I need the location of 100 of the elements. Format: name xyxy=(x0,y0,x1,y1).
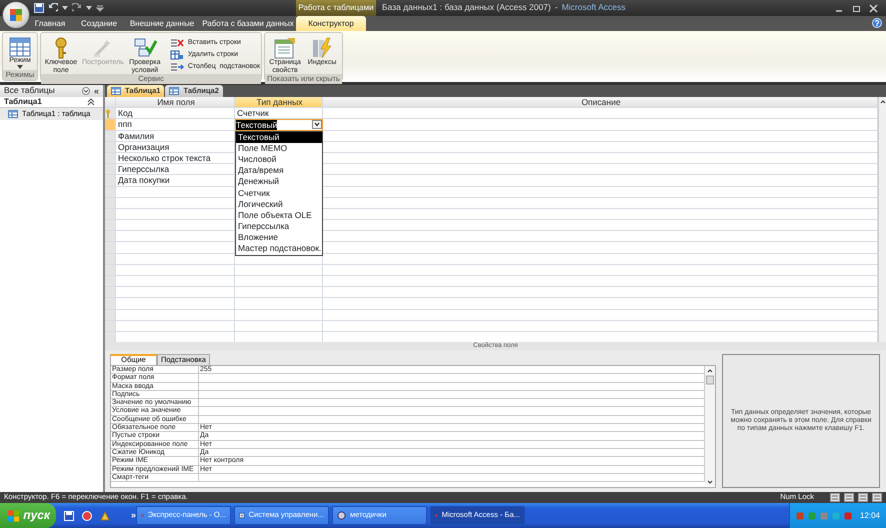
circle-icon[interactable] xyxy=(82,510,92,520)
pivot-chart-icon[interactable] xyxy=(858,493,868,502)
row-selector[interactable] xyxy=(105,198,116,209)
description-cell[interactable] xyxy=(323,276,878,288)
column-header[interactable]: Тип данных xyxy=(235,97,323,108)
row-selector[interactable] xyxy=(105,298,116,310)
scrollbar[interactable] xyxy=(705,366,715,486)
dropdown-option[interactable]: Счетчик xyxy=(236,188,322,199)
caret-icon[interactable] xyxy=(62,5,68,11)
field-name-cell[interactable] xyxy=(116,287,235,298)
field-name-cell[interactable] xyxy=(116,298,235,310)
field-name-cell[interactable]: Организация xyxy=(116,142,235,153)
field-name-cell[interactable] xyxy=(116,276,235,288)
description-cell[interactable] xyxy=(323,142,878,153)
description-cell[interactable] xyxy=(323,152,878,164)
property-value[interactable] xyxy=(199,390,705,400)
row-selector[interactable] xyxy=(105,108,116,120)
description-cell[interactable] xyxy=(323,198,878,209)
field-name-cell[interactable] xyxy=(116,231,235,242)
field-name-cell[interactable] xyxy=(116,320,235,332)
field-name-cell[interactable] xyxy=(116,198,235,209)
property-value[interactable] xyxy=(199,474,705,482)
field-name-cell[interactable]: Дата покупки xyxy=(116,175,235,186)
data-type-cell[interactable] xyxy=(235,298,323,310)
dropdown-option[interactable]: Гиперссылка xyxy=(236,221,322,232)
field-name-cell[interactable] xyxy=(116,186,235,198)
property-value[interactable] xyxy=(199,382,705,391)
field-name-cell[interactable]: Фамилия xyxy=(116,130,235,142)
description-cell[interactable] xyxy=(323,287,878,298)
description-cell[interactable] xyxy=(323,164,878,176)
row-selector[interactable] xyxy=(105,254,116,265)
field-name-cell[interactable]: Код xyxy=(116,108,235,120)
field-name-cell[interactable] xyxy=(116,242,235,254)
row-selector[interactable] xyxy=(105,186,116,198)
field-name-cell[interactable]: Гиперссылка xyxy=(116,164,235,176)
row-selector[interactable] xyxy=(105,175,116,186)
dropdown-option[interactable]: Мастер подстановок. xyxy=(236,243,322,255)
description-cell[interactable] xyxy=(323,320,878,332)
customize-toolbar-icon[interactable] xyxy=(96,4,104,12)
data-type-combobox[interactable]: Текстовый xyxy=(235,119,323,131)
dropdown-option[interactable]: Дата/время xyxy=(236,165,322,176)
column-header[interactable]: Описание xyxy=(323,97,878,108)
description-cell[interactable] xyxy=(323,242,878,254)
undo-icon[interactable] xyxy=(48,3,58,13)
description-cell[interactable] xyxy=(323,220,878,232)
ribbon-tab[interactable]: Создание xyxy=(74,16,124,31)
restore-button[interactable] xyxy=(852,4,861,12)
field-name-cell[interactable] xyxy=(116,254,235,265)
caret-icon[interactable] xyxy=(86,5,92,11)
row-selector[interactable] xyxy=(105,287,116,298)
row-selector[interactable] xyxy=(105,164,116,176)
ribbon-tab[interactable]: Главная xyxy=(26,16,74,31)
field-name-cell[interactable] xyxy=(116,310,235,321)
description-cell[interactable] xyxy=(323,186,878,198)
row-selector[interactable] xyxy=(105,276,116,288)
pivot-table-icon[interactable] xyxy=(844,493,854,502)
dropdown-icon[interactable] xyxy=(82,87,90,95)
property-value[interactable] xyxy=(199,399,705,408)
row-selector[interactable] xyxy=(105,119,116,131)
more-button[interactable]: » xyxy=(130,510,136,521)
property-value[interactable] xyxy=(199,374,705,383)
scrollbar[interactable] xyxy=(878,97,886,342)
column-header[interactable]: Имя поля xyxy=(116,97,235,108)
field-name-cell[interactable]: ппп xyxy=(116,119,235,131)
description-cell[interactable] xyxy=(323,108,878,120)
row-selector[interactable] xyxy=(105,242,116,254)
description-cell[interactable] xyxy=(323,175,878,186)
field-name-cell[interactable] xyxy=(116,220,235,232)
triangle-icon[interactable] xyxy=(100,510,110,520)
scroll-up-icon[interactable] xyxy=(879,98,886,106)
row-selector[interactable] xyxy=(105,320,116,332)
close-button[interactable] xyxy=(869,4,878,12)
save-icon[interactable] xyxy=(34,3,44,13)
redo-icon[interactable] xyxy=(72,3,82,13)
dropdown-option[interactable]: Вложение xyxy=(236,232,322,244)
description-cell[interactable] xyxy=(323,264,878,276)
property-value[interactable] xyxy=(199,416,705,424)
data-type-cell[interactable] xyxy=(235,276,323,288)
design-view-icon[interactable] xyxy=(872,493,882,502)
description-cell[interactable] xyxy=(323,130,878,142)
property-value[interactable] xyxy=(199,407,705,416)
row-selector[interactable] xyxy=(105,310,116,321)
dropdown-option[interactable]: Поле MEMO xyxy=(236,142,322,154)
ribbon-tab[interactable]: Конструктор xyxy=(296,16,366,31)
description-cell[interactable] xyxy=(323,231,878,242)
row-selector[interactable] xyxy=(105,142,116,153)
row-selector[interactable] xyxy=(105,264,116,276)
description-cell[interactable] xyxy=(323,310,878,321)
row-selector[interactable] xyxy=(105,231,116,242)
description-cell[interactable] xyxy=(323,119,878,131)
datasheet-view-icon[interactable] xyxy=(830,493,840,502)
chevron-up-icon[interactable] xyxy=(87,98,95,106)
dropdown-option[interactable]: Текстовый xyxy=(236,132,322,143)
dropdown-option[interactable]: Логический xyxy=(236,198,322,210)
row-selector[interactable] xyxy=(105,332,116,342)
data-type-cell[interactable] xyxy=(235,310,323,321)
data-type-cell[interactable] xyxy=(235,287,323,298)
row-selector[interactable] xyxy=(105,220,116,232)
data-type-cell[interactable] xyxy=(235,264,323,276)
row-selector[interactable] xyxy=(105,152,116,164)
